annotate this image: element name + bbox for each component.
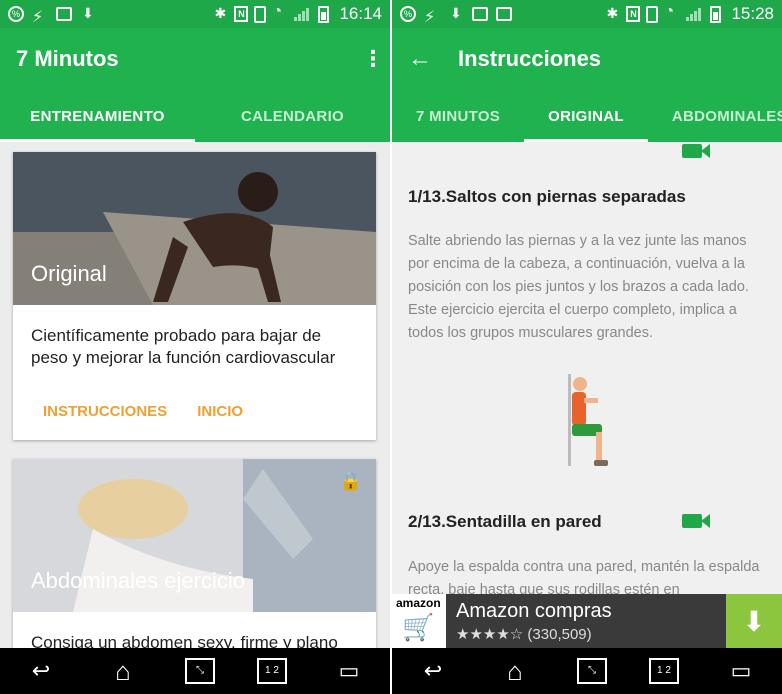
card-description: Científicamente probado para bajar de pe… [31,326,336,367]
exercise-title: 1/13.Saltos con piernas separadas [408,187,686,206]
tab-7-minutos[interactable]: 7 MINUTOS [392,90,524,142]
card-hero-image: 🔒 Abdominales ejercicio [13,459,376,612]
back-nav-icon[interactable]: ↩ [21,658,61,684]
lock-icon: 🔒 [339,471,362,491]
status-time: 15:28 [731,4,774,23]
workout-card-original[interactable]: Original Científicamente probado para ba… [13,152,376,440]
bluetooth-icon [212,5,228,22]
rating-count: (330,509) [527,625,592,643]
home-icon[interactable]: ⌂ [103,656,143,687]
workout-card-abdominales[interactable]: 🔒 Abdominales ejercicio Consiga un abdom… [13,459,376,659]
signal-icon [294,7,312,21]
nav-bar: ↩ ⌂ ⤡ 1 2 ▭ [392,648,782,694]
video-icon[interactable] [682,514,710,528]
app-bar: 7 Minutos ⋮ [0,28,390,90]
signal-icon [686,7,704,21]
image-icon [56,7,72,21]
card-title: Original [31,261,107,286]
tab-entrenamiento[interactable]: ENTRENAMIENTO [0,90,195,142]
ad-banner[interactable]: amazon 🛒 Amazon compras ★★★★☆ (330,509) … [392,594,782,648]
card-title: Abdominales ejercicio [31,568,245,593]
ad-rating: ★★★★☆ (330,509) [456,625,726,643]
back-arrow-icon[interactable]: ← [408,45,432,73]
recents-icon[interactable]: ▭ [721,658,761,684]
vibrate-icon [646,5,659,23]
instructions-button[interactable]: INSTRUCCIONES [43,403,167,420]
tab-bar: ENTRENAMIENTO CALENDARIO [0,90,390,142]
status-time: 16:14 [339,4,382,23]
card-hero-image: Original [13,152,376,305]
app-bar: ← Instrucciones [392,28,782,90]
dual-window-icon[interactable]: 1 2 [649,658,679,684]
download-icon [80,5,96,22]
rating-stars: ★★★★☆ [456,625,524,643]
app-title: Instrucciones [458,46,602,71]
shrink-icon[interactable]: ⤡ [577,658,607,684]
cart-icon: 🛒 [402,612,435,642]
tab-calendario[interactable]: CALENDARIO [195,90,390,142]
ad-app-name: Amazon compras [456,599,612,622]
usb-icon: ⚡ [32,9,44,26]
video-icon[interactable] [682,144,710,158]
ad-brand: amazon [396,596,441,610]
right-screen: % ⚡ N 15:28 ← Instrucciones 7 MINUTOS OR… [392,0,782,694]
briefcase-icon [496,7,512,21]
camera-icon [472,7,488,21]
percent-icon: % [8,6,24,22]
dual-window-icon[interactable]: 1 2 [257,658,287,684]
wall-sit-illustration [568,374,608,466]
percent-icon: % [400,6,416,22]
status-bar: % ⚡ N 16:14 [0,0,390,28]
tab-bar: 7 MINUTOS ORIGINAL ABDOMINALES [392,90,782,142]
wifi-icon [272,3,288,21]
amazon-logo: amazon 🛒 [392,594,446,648]
wifi-icon [664,3,680,21]
shrink-icon[interactable]: ⤡ [185,658,215,684]
recents-icon[interactable]: ▭ [329,658,369,684]
nfc-icon: N [234,6,249,22]
status-bar: % ⚡ N 15:28 [392,0,782,28]
nfc-icon: N [626,6,641,22]
battery-icon [318,5,330,23]
exercise-title: 2/13.Sentadilla en pared [408,512,602,531]
download-icon [448,5,464,22]
start-button[interactable]: INICIO [197,403,243,420]
download-button[interactable]: ⬇ [726,594,782,648]
back-nav-icon[interactable]: ↩ [413,658,453,684]
bluetooth-icon [604,5,620,22]
home-icon[interactable]: ⌂ [495,656,535,687]
nav-bar: ↩ ⌂ ⤡ 1 2 ▭ [0,648,390,694]
more-vert-icon[interactable]: ⋮ [362,46,384,72]
app-title: 7 Minutos [16,46,119,71]
vibrate-icon [254,5,267,23]
tab-original[interactable]: ORIGINAL [524,90,648,142]
left-screen: % ⚡ N 16:14 7 Minutos ⋮ ENTRENAMIENTO CA… [0,0,390,694]
battery-icon [710,5,722,23]
usb-icon: ⚡ [424,9,436,26]
tab-abdominales[interactable]: ABDOMINALES [648,90,782,142]
exercise-description: Salte abriendo las piernas y a la vez ju… [408,233,749,341]
